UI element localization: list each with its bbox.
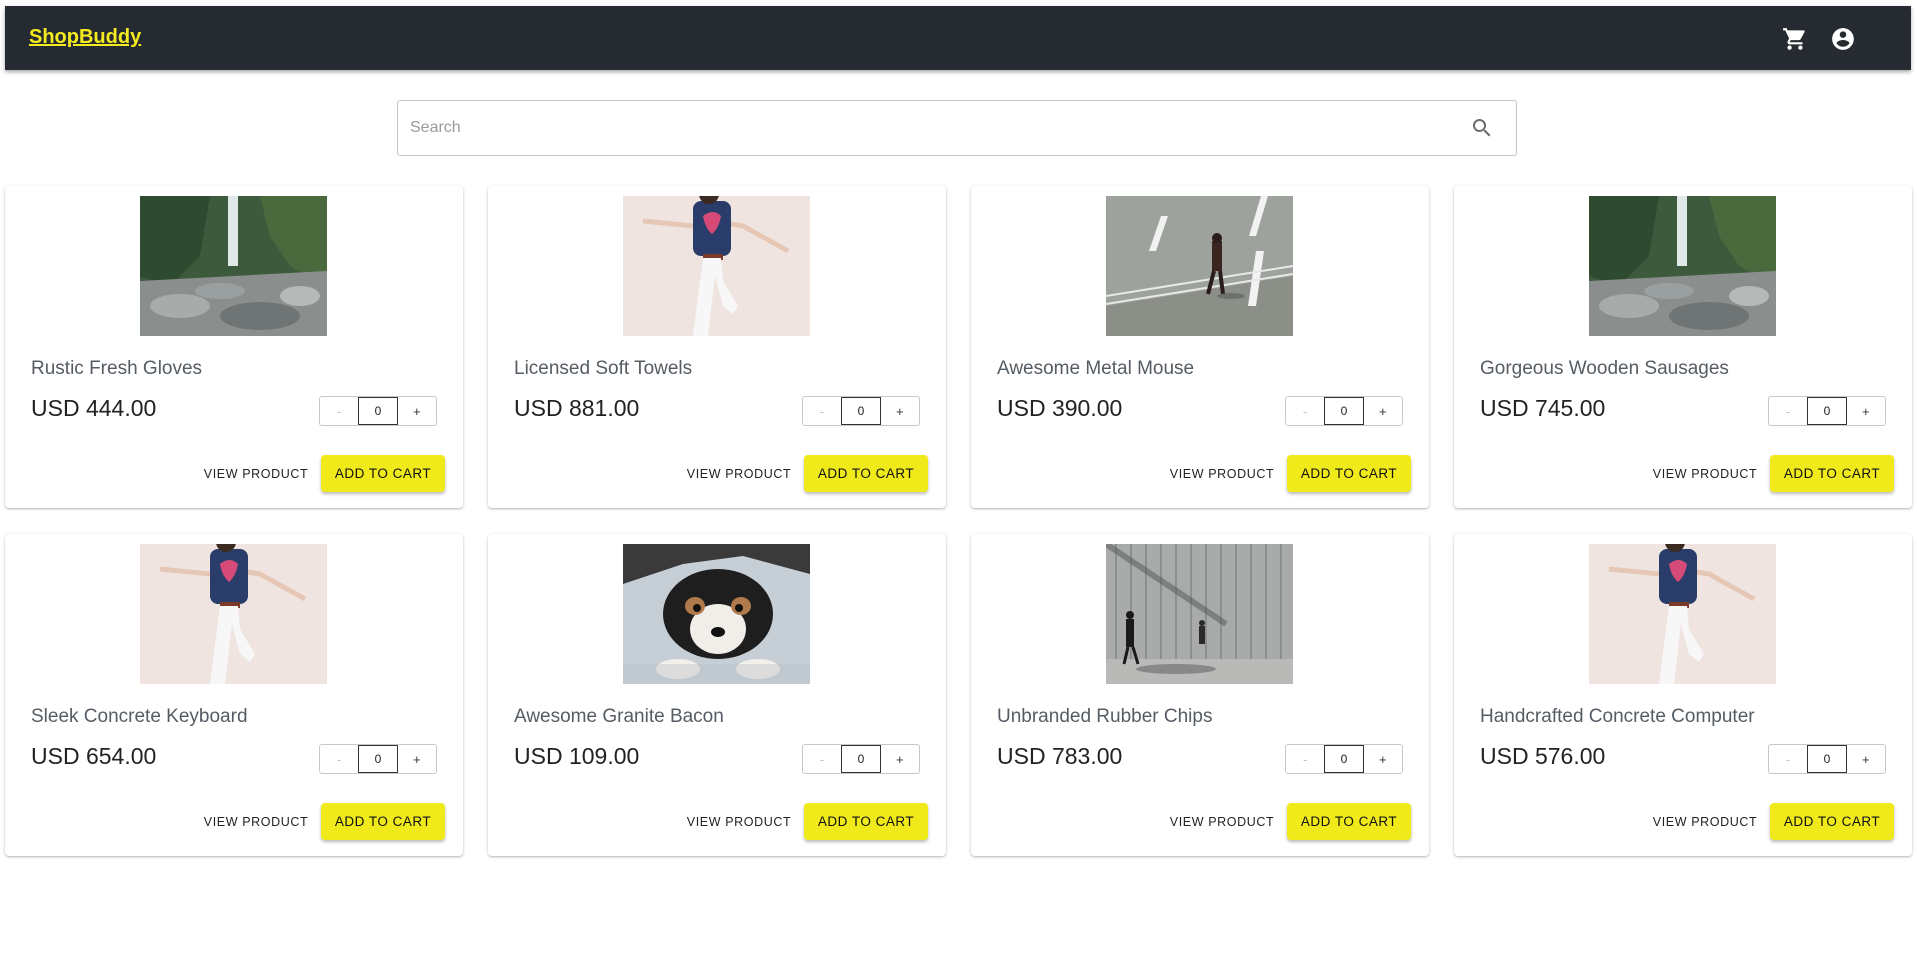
- add-to-cart-button[interactable]: ADD TO CART: [804, 455, 928, 492]
- quantity-stepper: - 0 +: [1768, 744, 1886, 774]
- cart-icon[interactable]: [1782, 26, 1808, 52]
- decrement-button[interactable]: -: [1769, 745, 1807, 773]
- decrement-button[interactable]: -: [1286, 745, 1324, 773]
- increment-button[interactable]: +: [1847, 397, 1885, 425]
- view-product-button[interactable]: VIEW PRODUCT: [195, 459, 317, 489]
- product-price: USD 783.00: [997, 743, 1123, 769]
- product-price: USD 654.00: [31, 743, 157, 769]
- increment-button[interactable]: +: [1364, 397, 1402, 425]
- search-icon[interactable]: [1470, 116, 1494, 140]
- increment-button[interactable]: +: [881, 745, 919, 773]
- add-to-cart-button[interactable]: ADD TO CART: [1287, 803, 1411, 840]
- search-input[interactable]: [410, 101, 1450, 155]
- add-to-cart-button[interactable]: ADD TO CART: [321, 803, 445, 840]
- decrement-button[interactable]: -: [803, 397, 841, 425]
- product-card: Awesome Metal Mouse USD 390.00 - 0 + VIE…: [971, 186, 1429, 508]
- quantity-stepper: - 0 +: [1285, 396, 1403, 426]
- product-image-jumping-woman[interactable]: [623, 196, 810, 336]
- quantity-value[interactable]: 0: [358, 745, 398, 773]
- increment-button[interactable]: +: [881, 397, 919, 425]
- view-product-button[interactable]: VIEW PRODUCT: [1644, 807, 1766, 837]
- view-product-button[interactable]: VIEW PRODUCT: [678, 459, 800, 489]
- product-card: Unbranded Rubber Chips USD 783.00 - 0 + …: [971, 534, 1429, 856]
- product-name: Rustic Fresh Gloves: [31, 358, 203, 379]
- view-product-button[interactable]: VIEW PRODUCT: [195, 807, 317, 837]
- add-to-cart-button[interactable]: ADD TO CART: [321, 455, 445, 492]
- account-icon[interactable]: [1830, 26, 1856, 52]
- quantity-value[interactable]: 0: [358, 397, 398, 425]
- product-name: Gorgeous Wooden Sausages: [1480, 358, 1729, 379]
- product-image-puppy[interactable]: [623, 544, 810, 684]
- increment-button[interactable]: +: [1364, 745, 1402, 773]
- product-image-jumping-woman[interactable]: [1589, 544, 1776, 684]
- decrement-button[interactable]: -: [320, 745, 358, 773]
- quantity-stepper: - 0 +: [1285, 744, 1403, 774]
- view-product-button[interactable]: VIEW PRODUCT: [1161, 807, 1283, 837]
- view-product-button[interactable]: VIEW PRODUCT: [1161, 459, 1283, 489]
- add-to-cart-button[interactable]: ADD TO CART: [1287, 455, 1411, 492]
- product-image-jumping-woman[interactable]: [140, 544, 327, 684]
- quantity-stepper: - 0 +: [319, 744, 437, 774]
- add-to-cart-button[interactable]: ADD TO CART: [1770, 803, 1894, 840]
- product-price: USD 881.00: [514, 395, 640, 421]
- app-bar: ShopBuddy: [5, 6, 1911, 70]
- product-name: Sleek Concrete Keyboard: [31, 706, 248, 727]
- quantity-value[interactable]: 0: [1324, 745, 1364, 773]
- product-card: Sleek Concrete Keyboard USD 654.00 - 0 +…: [5, 534, 463, 856]
- quantity-value[interactable]: 0: [841, 397, 881, 425]
- brand-logo-link[interactable]: ShopBuddy: [29, 26, 141, 49]
- add-to-cart-button[interactable]: ADD TO CART: [804, 803, 928, 840]
- product-card: Licensed Soft Towels USD 881.00 - 0 + VI…: [488, 186, 946, 508]
- product-card: Gorgeous Wooden Sausages USD 745.00 - 0 …: [1454, 186, 1912, 508]
- quantity-stepper: - 0 +: [802, 396, 920, 426]
- product-name: Handcrafted Concrete Computer: [1480, 706, 1755, 727]
- increment-button[interactable]: +: [1847, 745, 1885, 773]
- product-price: USD 109.00: [514, 743, 640, 769]
- view-product-button[interactable]: VIEW PRODUCT: [1644, 459, 1766, 489]
- product-price: USD 390.00: [997, 395, 1123, 421]
- decrement-button[interactable]: -: [320, 397, 358, 425]
- product-name: Unbranded Rubber Chips: [997, 706, 1213, 727]
- view-product-button[interactable]: VIEW PRODUCT: [678, 807, 800, 837]
- product-image-man-on-road[interactable]: [1106, 196, 1293, 336]
- product-card: Handcrafted Concrete Computer USD 576.00…: [1454, 534, 1912, 856]
- product-card: Awesome Granite Bacon USD 109.00 - 0 + V…: [488, 534, 946, 856]
- product-name: Awesome Granite Bacon: [514, 706, 724, 727]
- product-image-waterfall[interactable]: [1589, 196, 1776, 336]
- product-image-waterfall[interactable]: [140, 196, 327, 336]
- quantity-stepper: - 0 +: [1768, 396, 1886, 426]
- quantity-value[interactable]: 0: [1324, 397, 1364, 425]
- product-image-people-by-wall[interactable]: [1106, 544, 1293, 684]
- product-name: Licensed Soft Towels: [514, 358, 693, 379]
- product-price: USD 745.00: [1480, 395, 1606, 421]
- quantity-value[interactable]: 0: [1807, 397, 1847, 425]
- add-to-cart-button[interactable]: ADD TO CART: [1770, 455, 1894, 492]
- quantity-stepper: - 0 +: [802, 744, 920, 774]
- search-bar: [397, 100, 1517, 156]
- product-price: USD 444.00: [31, 395, 157, 421]
- decrement-button[interactable]: -: [1769, 397, 1807, 425]
- product-name: Awesome Metal Mouse: [997, 358, 1195, 379]
- quantity-stepper: - 0 +: [319, 396, 437, 426]
- increment-button[interactable]: +: [398, 397, 436, 425]
- product-price: USD 576.00: [1480, 743, 1606, 769]
- decrement-button[interactable]: -: [1286, 397, 1324, 425]
- quantity-value[interactable]: 0: [1807, 745, 1847, 773]
- decrement-button[interactable]: -: [803, 745, 841, 773]
- increment-button[interactable]: +: [398, 745, 436, 773]
- quantity-value[interactable]: 0: [841, 745, 881, 773]
- product-card: Rustic Fresh Gloves USD 444.00 - 0 + VIE…: [5, 186, 463, 508]
